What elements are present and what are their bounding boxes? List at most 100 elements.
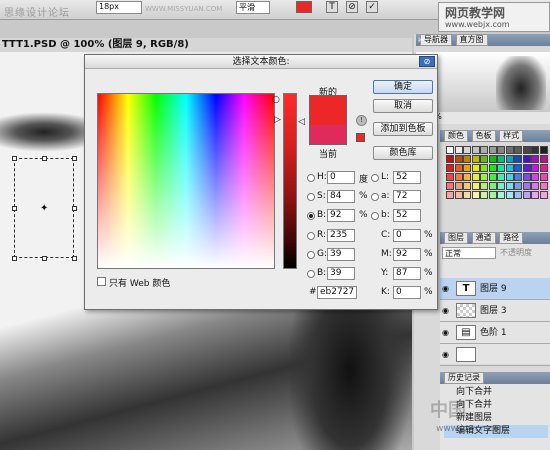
swatch-cell[interactable] xyxy=(531,164,539,172)
tab-history[interactable]: 历史记录 xyxy=(444,372,484,384)
swatch-grid[interactable] xyxy=(446,146,550,212)
swatch-cell[interactable] xyxy=(514,155,522,163)
font-size-field[interactable]: 18px xyxy=(96,1,142,14)
swatch-cell[interactable] xyxy=(446,173,454,181)
l-field[interactable]: 52 xyxy=(393,171,421,184)
swatch-cell[interactable] xyxy=(463,173,471,181)
swatch-cell[interactable] xyxy=(454,146,463,154)
swatch-cell[interactable] xyxy=(505,164,514,172)
swatch-cell[interactable] xyxy=(539,146,548,154)
swatch-cell[interactable] xyxy=(531,191,539,199)
swatch-cell[interactable] xyxy=(480,182,488,190)
swatch-cell[interactable] xyxy=(471,173,480,181)
swatch-cell[interactable] xyxy=(505,182,514,190)
transform-handle[interactable] xyxy=(42,156,47,161)
transform-handle[interactable] xyxy=(72,256,77,261)
hex-field[interactable]: eb2727 xyxy=(317,286,357,299)
slider-arrow-left-icon[interactable]: ▷ xyxy=(274,115,281,125)
swatch-cell[interactable] xyxy=(539,173,548,181)
add-to-swatches-button[interactable]: 添加到色板 xyxy=(373,122,433,136)
swatch-cell[interactable] xyxy=(522,173,531,181)
swatch-cell[interactable] xyxy=(454,164,463,172)
antialias-select[interactable]: 平滑 xyxy=(236,1,270,14)
swatch-cell[interactable] xyxy=(497,164,505,172)
swatch-cell[interactable] xyxy=(471,146,480,154)
y-field[interactable]: 87 xyxy=(393,267,421,280)
color-libraries-button[interactable]: 颜色库 xyxy=(373,146,433,160)
swatch-cell[interactable] xyxy=(463,164,471,172)
c-field[interactable]: 0 xyxy=(393,229,421,242)
blend-mode-select[interactable]: 正常 xyxy=(442,247,496,259)
tab-layers[interactable]: 图层 xyxy=(444,232,468,244)
swatch-cell[interactable] xyxy=(505,191,514,199)
tab-histogram[interactable]: 直方图 xyxy=(455,34,488,46)
swatch-cell[interactable] xyxy=(514,182,522,190)
swatch-cell[interactable] xyxy=(463,182,471,190)
k-field[interactable]: 0 xyxy=(393,286,421,299)
swatch-cell[interactable] xyxy=(497,173,505,181)
swatch-cell[interactable] xyxy=(539,155,548,163)
eye-icon[interactable]: ◉ xyxy=(442,306,451,315)
slider-arrow-right-icon[interactable]: ◁ xyxy=(298,117,305,127)
a-field[interactable]: 72 xyxy=(393,190,421,203)
b-radio[interactable] xyxy=(307,212,315,220)
swatch-cell[interactable] xyxy=(539,164,548,172)
swatch-cell[interactable] xyxy=(497,182,505,190)
swatch-cell[interactable] xyxy=(480,191,488,199)
r-radio[interactable] xyxy=(307,232,315,240)
swatch-cell[interactable] xyxy=(514,173,522,181)
swatch-cell[interactable] xyxy=(471,164,480,172)
swatch-cell[interactable] xyxy=(539,191,548,199)
color-field[interactable] xyxy=(97,93,275,269)
a-radio[interactable] xyxy=(371,193,379,201)
swatch-cell[interactable] xyxy=(497,191,505,199)
tab-swatches[interactable]: 色板 xyxy=(471,130,496,142)
tab-channels[interactable]: 通道 xyxy=(471,232,496,244)
swatch-cell[interactable] xyxy=(522,146,531,154)
h-field[interactable]: 0 xyxy=(327,171,355,184)
eye-icon[interactable]: ◉ xyxy=(442,284,451,293)
transform-handle[interactable] xyxy=(72,206,77,211)
web-colors-only-checkbox[interactable] xyxy=(97,277,106,286)
swatch-cell[interactable] xyxy=(497,155,505,163)
swatch-cell[interactable] xyxy=(454,182,463,190)
g-field[interactable]: 39 xyxy=(327,248,355,261)
s-radio[interactable] xyxy=(307,193,315,201)
h-radio[interactable] xyxy=(307,174,315,182)
eye-icon[interactable]: ◉ xyxy=(442,350,451,359)
layer-row[interactable]: ◉ 图层 3 xyxy=(440,300,550,322)
g-radio[interactable] xyxy=(307,251,315,259)
swatch-cell[interactable] xyxy=(522,164,531,172)
swatch-cell[interactable] xyxy=(514,164,522,172)
swatch-cell[interactable] xyxy=(463,155,471,163)
swatch-cell[interactable] xyxy=(463,191,471,199)
eye-icon[interactable]: ◉ xyxy=(442,328,451,337)
swatch-cell[interactable] xyxy=(539,182,548,190)
swatch-cell[interactable] xyxy=(488,146,497,154)
lab-b-field[interactable]: 52 xyxy=(393,209,421,222)
b-field[interactable]: 92 xyxy=(327,209,355,222)
swatch-cell[interactable] xyxy=(531,155,539,163)
swatch-cell[interactable] xyxy=(531,182,539,190)
commit-icon[interactable]: ✓ xyxy=(366,1,378,13)
cancel-icon[interactable]: ⊘ xyxy=(346,1,358,13)
tab-color[interactable]: 颜色 xyxy=(444,130,468,142)
cancel-button[interactable]: 取消 xyxy=(373,99,433,113)
swatch-cell[interactable] xyxy=(531,146,539,154)
swatch-cell[interactable] xyxy=(488,164,497,172)
swatch-cell[interactable] xyxy=(446,155,454,163)
swatch-cell[interactable] xyxy=(522,182,531,190)
transform-handle[interactable] xyxy=(42,256,47,261)
swatch-cell[interactable] xyxy=(454,173,463,181)
swatch-cell[interactable] xyxy=(454,155,463,163)
r-field[interactable]: 235 xyxy=(327,229,355,242)
swatch-cell[interactable] xyxy=(488,191,497,199)
layer-row[interactable]: ◉ ▤ 色阶 1 xyxy=(440,322,550,344)
swatch-cell[interactable] xyxy=(480,146,488,154)
gamut-warning-icon[interactable]: ! xyxy=(356,115,367,126)
in-gamut-swatch[interactable] xyxy=(356,133,365,142)
swatch-cell[interactable] xyxy=(480,164,488,172)
current-color-swatch[interactable] xyxy=(309,125,347,145)
layer-row[interactable]: ◉ xyxy=(440,344,550,366)
tab-styles[interactable]: 样式 xyxy=(499,130,524,142)
